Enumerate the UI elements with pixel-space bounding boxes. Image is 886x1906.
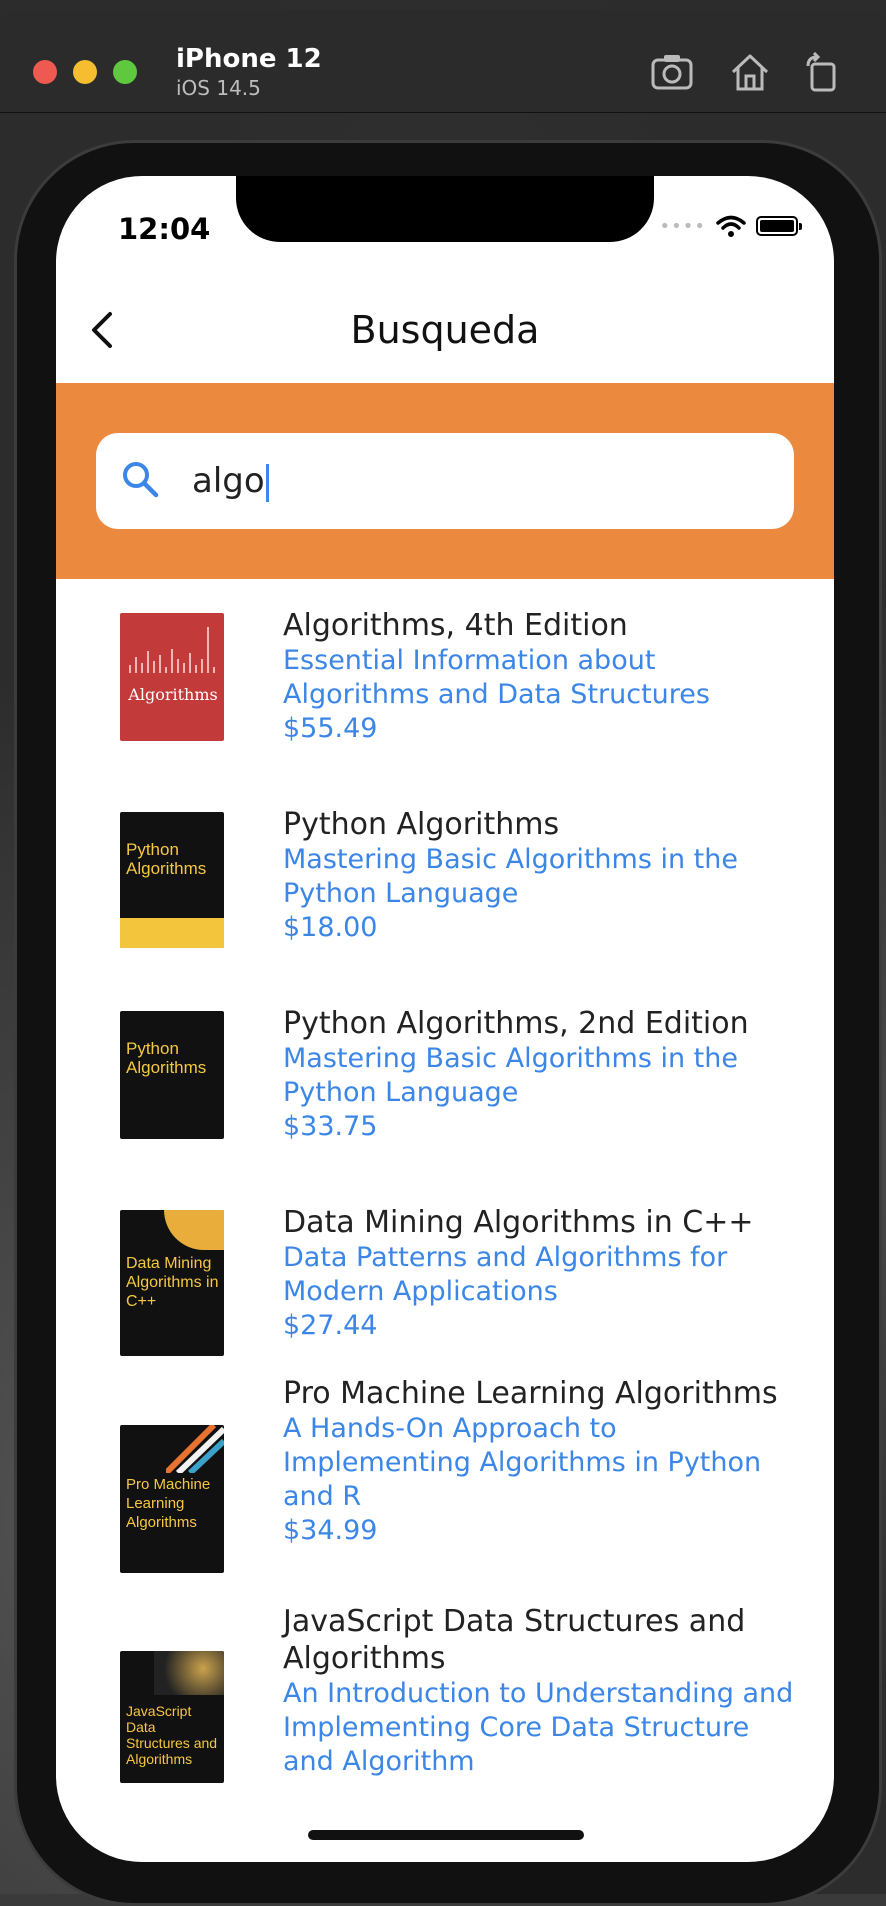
- book-price: $55.49: [283, 713, 378, 744]
- navigation-bar: Busqueda: [56, 286, 834, 376]
- book-title: JavaScript Data Structures and Algorithm…: [283, 1604, 746, 1676]
- minimize-window-button[interactable]: [73, 60, 97, 84]
- book-subtitle: A Hands-On Approach to Implementing Algo…: [283, 1413, 762, 1512]
- book-title: Data Mining Algorithms in C++: [283, 1205, 754, 1240]
- simulator-title-bar: iPhone 12 iOS 14.5: [0, 10, 886, 113]
- book-price: $34.99: [283, 1515, 378, 1546]
- book-subtitle: Mastering Basic Algorithms in the Python…: [283, 1043, 738, 1108]
- book-price: $27.44: [283, 1310, 378, 1341]
- book-subtitle: Essential Information about Algorithms a…: [283, 645, 710, 710]
- status-time: 12:04: [118, 212, 211, 246]
- cover-text: Algorithms: [128, 685, 218, 704]
- book-info: JavaScript Data Structures and Algorithm…: [283, 1603, 803, 1779]
- cover-text: JavaScript Data Structures and Algorithm…: [126, 1703, 218, 1767]
- book-subtitle: Data Patterns and Algorithms for Modern …: [283, 1242, 728, 1307]
- book-cover-image: Pro Machine Learning Algorithms: [120, 1425, 224, 1573]
- simulator-os-version: iOS 14.5: [176, 76, 261, 100]
- book-price: $33.75: [283, 1111, 378, 1142]
- page-title: Busqueda: [350, 308, 540, 352]
- book-title: Algorithms, 4th Edition: [283, 608, 628, 643]
- book-info: Python Algorithms Mastering Basic Algori…: [283, 806, 803, 945]
- book-title: Python Algorithms, 2nd Edition: [283, 1006, 749, 1041]
- book-subtitle: An Introduction to Understanding and Imp…: [283, 1678, 794, 1777]
- book-title: Python Algorithms: [283, 807, 560, 842]
- search-band: algo: [56, 383, 834, 579]
- book-cover-image: Data Mining Algorithms in C++: [120, 1210, 224, 1356]
- home-icon[interactable]: [728, 52, 772, 92]
- book-cover-image: Python Algorithms: [120, 812, 224, 948]
- search-input-value: algo: [192, 461, 265, 501]
- search-icon: [123, 462, 159, 498]
- screenshot-icon[interactable]: [650, 52, 694, 92]
- cover-text: Python Algorithms: [126, 1039, 207, 1077]
- book-subtitle: Mastering Basic Algorithms in the Python…: [283, 844, 738, 909]
- notch: [236, 176, 654, 242]
- home-indicator[interactable]: [308, 1830, 584, 1840]
- wifi-icon: [716, 215, 746, 237]
- search-input[interactable]: algo: [192, 453, 752, 509]
- book-cover-image: Python Algorithms: [120, 1011, 224, 1139]
- book-info: Python Algorithms, 2nd Edition Mastering…: [283, 1005, 803, 1144]
- book-title: Pro Machine Learning Algorithms: [283, 1376, 778, 1411]
- zoom-window-button[interactable]: [113, 60, 137, 84]
- phone-screen: 12:04 •••• Busqueda algo Algorithms Algo…: [56, 176, 834, 1862]
- status-icons: ••••: [659, 214, 802, 238]
- book-cover-image: Algorithms: [120, 613, 224, 741]
- book-info: Pro Machine Learning Algorithms A Hands-…: [283, 1375, 803, 1548]
- cover-text: Python Algorithms: [126, 840, 207, 878]
- battery-icon: [756, 216, 802, 236]
- book-info: Algorithms, 4th Edition Essential Inform…: [283, 607, 803, 746]
- book-cover-image: JavaScript Data Structures and Algorithm…: [120, 1651, 224, 1783]
- book-info: Data Mining Algorithms in C++ Data Patte…: [283, 1204, 803, 1343]
- simulator-device-name: iPhone 12: [176, 44, 322, 74]
- rotate-icon[interactable]: [800, 52, 844, 92]
- book-price: $18.00: [283, 912, 378, 943]
- cover-text: Data Mining Algorithms in C++: [126, 1255, 219, 1310]
- text-caret: [265, 463, 269, 502]
- cover-text: Pro Machine Learning Algorithms: [126, 1476, 211, 1531]
- search-field[interactable]: algo: [96, 433, 794, 529]
- cellular-signal-icon: ••••: [659, 215, 706, 237]
- close-window-button[interactable]: [33, 60, 57, 84]
